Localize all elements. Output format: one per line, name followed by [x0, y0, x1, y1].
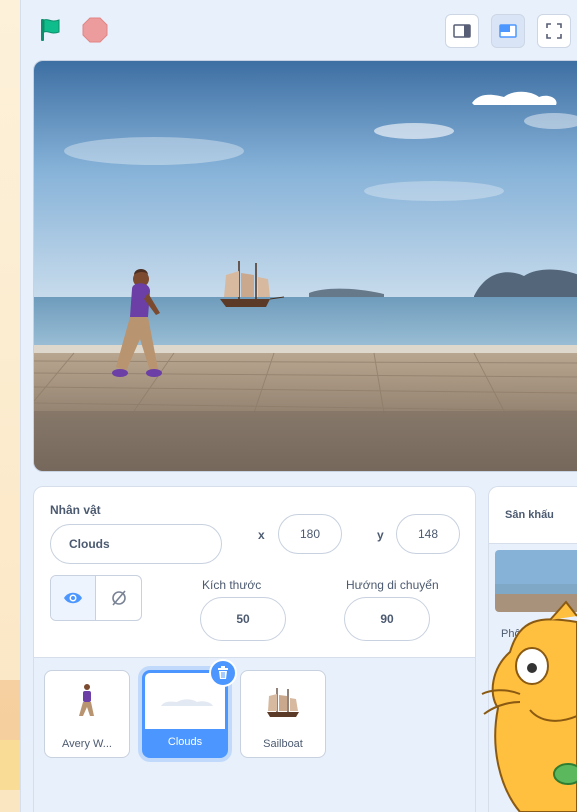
small-stage-button[interactable]: [445, 14, 479, 48]
direction-label: Hướng di chuyển: [346, 578, 439, 592]
stage-selector-panel[interactable]: Sân khấu Phông nề 2: [488, 486, 577, 812]
stage-panel-title: Sân khấu: [505, 509, 554, 521]
size-label: Kích thước: [202, 578, 262, 592]
stage-toolbar: [21, 0, 577, 60]
y-label: y: [377, 528, 384, 542]
y-position-input[interactable]: 148: [396, 514, 460, 554]
x-position-input[interactable]: 180: [278, 514, 342, 554]
sprite-list: Avery W... Clouds Sailboat: [34, 657, 475, 812]
delete-sprite-button[interactable]: [209, 659, 237, 687]
sprite-info-panel: Nhân vật Clouds x 180 y 148 Kích thước 5: [33, 486, 476, 812]
hidden-eye-icon: [111, 590, 126, 606]
size-input[interactable]: 50: [200, 597, 286, 641]
stage-and-sprite-panel: Nhân vật Clouds x 180 y 148 Kích thước 5: [20, 0, 577, 812]
stage-panel-body: Phông nề 2: [489, 543, 577, 812]
sprite-name-input[interactable]: Clouds: [50, 524, 222, 564]
backdrops-count: 2: [531, 651, 538, 663]
sprite-tile-clouds[interactable]: Clouds: [142, 659, 237, 758]
hide-sprite-button[interactable]: [96, 576, 141, 620]
background-decoration: [0, 680, 20, 740]
x-label: x: [258, 528, 265, 542]
sprite-tile-sailboat[interactable]: Sailboat: [240, 670, 326, 758]
green-flag-button[interactable]: [37, 16, 65, 44]
fullscreen-button[interactable]: [537, 14, 571, 48]
small-stage-icon: [453, 24, 471, 38]
stop-button[interactable]: [81, 16, 109, 44]
trash-icon: [218, 666, 228, 679]
backdrop-thumbnail[interactable]: [495, 550, 577, 612]
normal-stage-icon: [499, 24, 517, 38]
fullscreen-icon: [546, 23, 562, 39]
stage-canvas[interactable]: [33, 60, 577, 472]
sprite-label: Nhân vật: [50, 503, 101, 517]
normal-stage-button[interactable]: [491, 14, 525, 48]
visibility-toggle: [50, 575, 142, 621]
sprite-tile-avery[interactable]: Avery W...: [44, 670, 130, 758]
stage-backdrop: [34, 61, 577, 471]
sailboat-thumbnail: [241, 671, 325, 731]
backdrops-label: Phông nề: [501, 628, 549, 640]
green-flag-icon: [41, 19, 60, 41]
sprite-tile-label: Clouds: [145, 729, 225, 755]
avery-thumbnail: [45, 671, 129, 731]
stop-icon: [82, 17, 108, 43]
sprite-tile-label: Avery W...: [62, 738, 112, 750]
direction-input[interactable]: 90: [344, 597, 430, 641]
show-sprite-button[interactable]: [51, 576, 97, 620]
sprite-tile-label: Sailboat: [263, 738, 303, 750]
eye-icon: [64, 592, 82, 604]
